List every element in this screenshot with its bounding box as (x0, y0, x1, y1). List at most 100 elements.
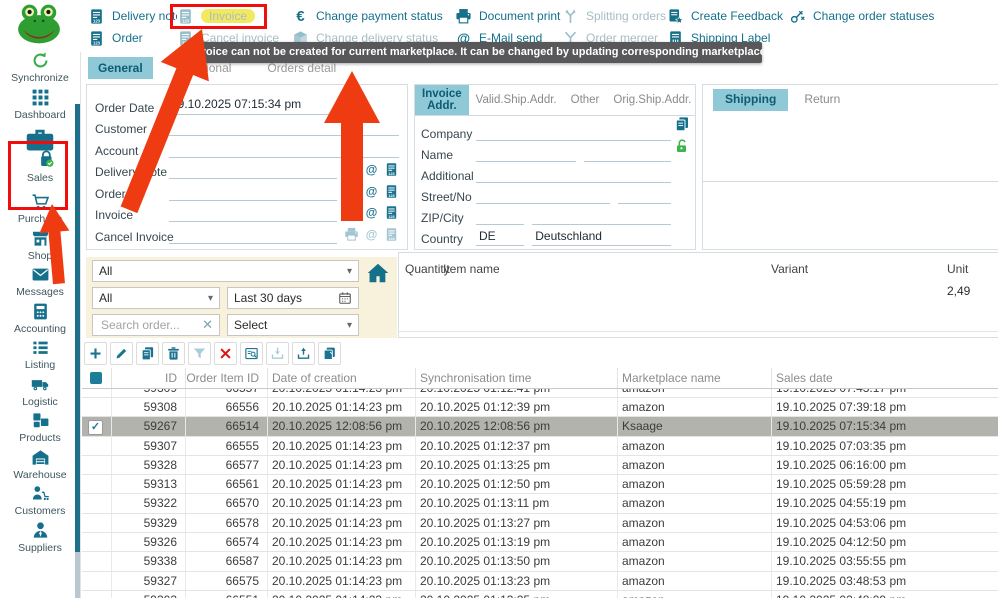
delete-order-button[interactable] (162, 342, 185, 365)
sidebar-item-shop[interactable]: Shop (4, 229, 76, 266)
cell-id: 59327 (112, 572, 186, 590)
city-field[interactable] (532, 208, 671, 225)
document-icon[interactable] (384, 227, 399, 242)
preview-search-button[interactable] (240, 342, 263, 365)
document-icon[interactable] (384, 205, 399, 220)
country-name-field[interactable]: Deutschland (532, 229, 671, 246)
form-field-input[interactable] (169, 140, 399, 158)
table-row[interactable]: 59303 66551 20.10.2025 01:14:23 pm 20.10… (82, 591, 998, 598)
tab-general[interactable]: General (88, 57, 153, 79)
email-at-icon[interactable] (364, 205, 379, 220)
sidebar-item-suppliers[interactable]: Suppliers (4, 521, 76, 558)
column-header-id[interactable]: ID (112, 368, 186, 388)
table-row[interactable]: 59309 66557 20.10.2025 01:14:23 pm 20.10… (82, 389, 998, 398)
export-button[interactable] (292, 342, 315, 365)
table-row[interactable]: 59327 66575 20.10.2025 01:14:23 pm 20.10… (82, 572, 998, 591)
street-no-field[interactable] (618, 187, 671, 204)
copy-page-button[interactable] (318, 342, 341, 365)
item-name-header: Item name (443, 262, 500, 276)
form-field-input[interactable]: 19.10.2025 07:15:34 pm (169, 97, 337, 115)
sidebar-item-listing[interactable]: Listing (4, 338, 76, 375)
document-print-button[interactable]: Document print (455, 8, 562, 25)
sidebar-item-sales[interactable]: Sales (4, 124, 76, 192)
import-button[interactable] (266, 342, 289, 365)
clear-filter-button[interactable] (214, 342, 237, 365)
form-field-input[interactable] (169, 118, 399, 136)
document-icon[interactable] (384, 184, 399, 199)
additional-field[interactable] (476, 166, 671, 183)
email-at-icon[interactable] (364, 162, 379, 177)
add-order-button[interactable] (84, 342, 107, 365)
copy-address-icon[interactable] (674, 116, 690, 132)
form-field-input[interactable] (169, 183, 337, 201)
column-header-marketplace-name[interactable]: Marketplace name (618, 368, 772, 388)
sidebar-item-warehouse[interactable]: Warehouse (4, 448, 76, 485)
document-icon[interactable] (384, 162, 399, 177)
company-field[interactable] (476, 124, 671, 141)
column-header-sales-date[interactable]: Sales date (772, 368, 998, 388)
form-field-input[interactable] (169, 226, 337, 244)
sidebar-item-synchronize[interactable]: Synchronize (4, 51, 76, 88)
street-field[interactable] (476, 187, 610, 204)
splitting-orders-button[interactable]: Splitting orders (562, 8, 667, 25)
tab-orig-ship-address[interactable]: Orig.Ship.Addr. (606, 85, 698, 115)
print-icon[interactable] (344, 227, 359, 242)
column-header-order-item-id[interactable]: Order Item ID (186, 368, 268, 388)
unlock-icon[interactable] (674, 138, 690, 154)
marketplace-filter-select[interactable]: All ▾ (92, 260, 359, 282)
table-row[interactable]: 59328 66577 20.10.2025 01:14:23 pm 20.10… (82, 456, 998, 475)
print-icon[interactable] (344, 184, 359, 199)
table-row[interactable]: 59326 66574 20.10.2025 01:14:23 pm 20.10… (82, 533, 998, 552)
change-order-statuses-button[interactable]: Change order statuses (789, 8, 934, 25)
column-header-synchronisation-time[interactable]: Synchronisation time (416, 368, 618, 388)
home-icon[interactable] (365, 260, 391, 286)
sidebar-item-messages[interactable]: Messages (4, 265, 76, 302)
form-field-input[interactable] (169, 204, 337, 222)
row-checkbox[interactable]: ✓ (88, 420, 103, 435)
filter-button[interactable] (188, 342, 211, 365)
sidebar-item-dashboard[interactable]: Dashboard (4, 88, 76, 125)
table-row[interactable]: 59322 66570 20.10.2025 01:14:23 pm 20.10… (82, 494, 998, 513)
tab-invoice-address[interactable]: Invoice Addr. (415, 85, 469, 115)
print-icon[interactable] (344, 162, 359, 177)
sidebar-item-logistic[interactable]: Logistic (4, 375, 76, 412)
country-code-field[interactable]: DE (476, 229, 524, 246)
delivery-note-button[interactable]: Delivery note (88, 8, 177, 25)
table-row[interactable]: 59307 66555 20.10.2025 01:14:23 pm 20.10… (82, 437, 998, 456)
app-logo-frog[interactable] (16, 3, 64, 45)
tab-other-address[interactable]: Other (564, 85, 607, 115)
search-order-input[interactable] (99, 317, 198, 333)
sidebar-item-customers[interactable]: Customers (4, 484, 76, 521)
duplicate-order-button[interactable] (136, 342, 159, 365)
table-row[interactable]: 59313 66561 20.10.2025 01:14:23 pm 20.10… (82, 475, 998, 494)
column-header-date-of-creation[interactable]: Date of creation (268, 368, 416, 388)
table-row[interactable]: ✓ 59267 66514 20.10.2025 12:08:56 pm 20.… (82, 417, 998, 436)
table-row[interactable]: 59308 66556 20.10.2025 01:14:23 pm 20.10… (82, 398, 998, 417)
date-range-picker[interactable]: Last 30 days (227, 287, 359, 309)
zip-field[interactable] (476, 208, 524, 225)
sidebar-item-accounting[interactable]: Accounting (4, 302, 76, 339)
first-name-field[interactable] (476, 145, 576, 162)
tab-valid-ship-address[interactable]: Valid.Ship.Addr. (469, 85, 564, 115)
tab-return[interactable]: Return (792, 89, 852, 111)
order-button[interactable]: Order (88, 30, 177, 47)
email-at-icon[interactable] (364, 184, 379, 199)
email-at-icon[interactable] (364, 227, 379, 242)
table-row[interactable]: 59329 66578 20.10.2025 01:14:23 pm 20.10… (82, 514, 998, 533)
create-feedback-button[interactable]: Create Feedback (667, 8, 789, 25)
type-filter-select[interactable]: Select ▾ (227, 314, 359, 336)
change-payment-status-button[interactable]: Change payment status (292, 8, 455, 25)
table-row[interactable]: 59338 66587 20.10.2025 01:14:23 pm 20.10… (82, 552, 998, 571)
print-icon[interactable] (344, 205, 359, 220)
tab-shipping[interactable]: Shipping (713, 89, 788, 111)
sidebar-item-purchase[interactable]: Purchase (4, 192, 76, 229)
edit-order-button[interactable] (110, 342, 133, 365)
sidebar-item-products[interactable]: Products (4, 411, 76, 448)
last-name-field[interactable] (584, 145, 671, 162)
invoice-button[interactable]: Invoice (177, 8, 292, 25)
sidebar-scrollbar[interactable] (75, 104, 80, 560)
clear-search-icon[interactable]: ✕ (202, 317, 213, 333)
form-field-input[interactable] (169, 161, 337, 179)
status-filter-select[interactable]: All ▾ (92, 287, 220, 309)
select-all-checkbox[interactable] (90, 372, 102, 384)
